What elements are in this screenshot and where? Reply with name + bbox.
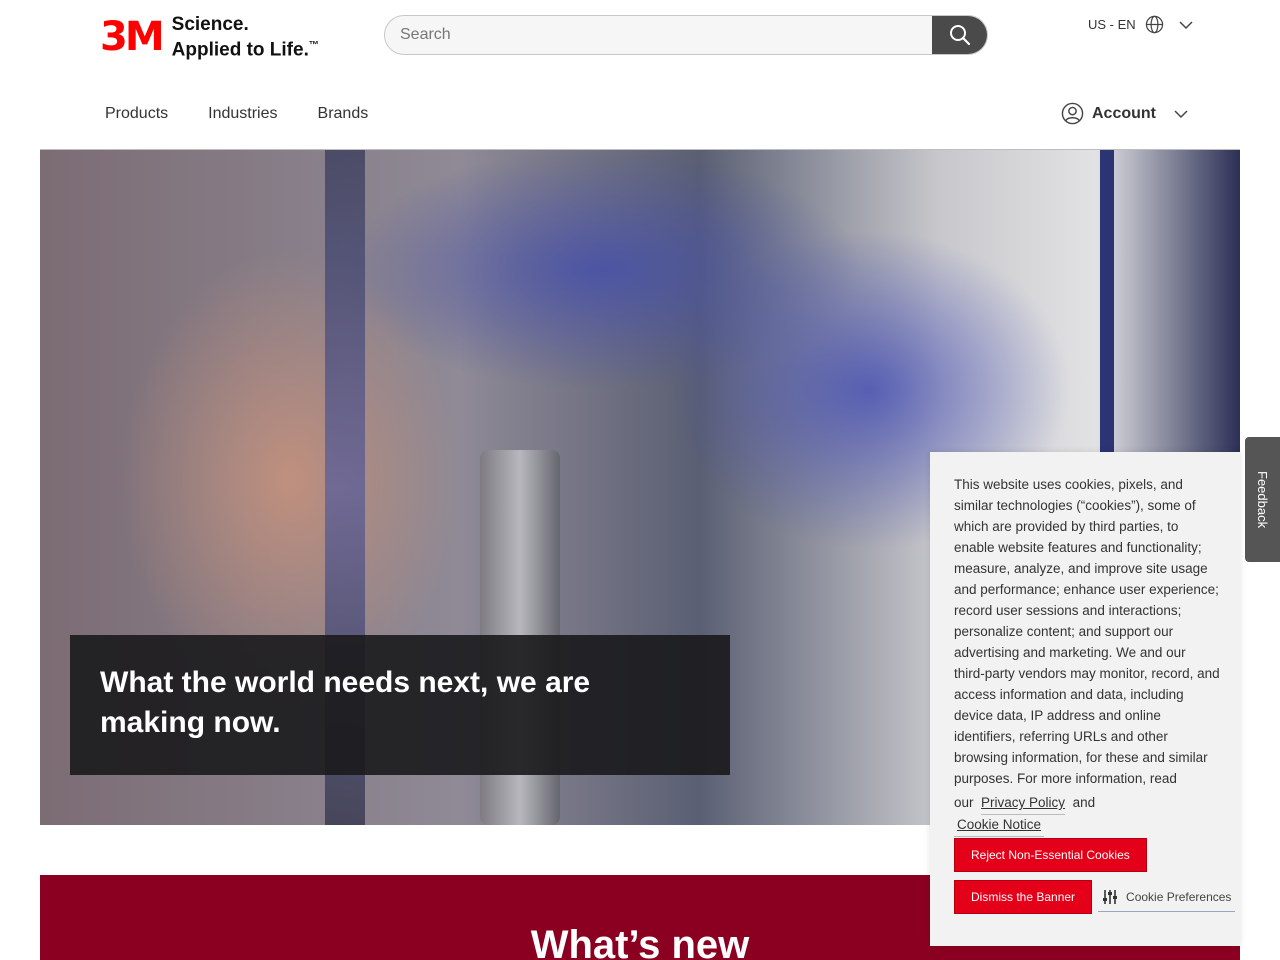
logo-trademark: ™ xyxy=(308,40,319,51)
cookie-and-text: and xyxy=(1072,795,1096,810)
cookie-links: our Privacy Policy and xyxy=(954,789,1220,816)
search-input[interactable] xyxy=(385,16,932,54)
main-nav: Products Industries Brands xyxy=(105,105,368,123)
feedback-tab[interactable]: Feedback xyxy=(1245,437,1280,562)
cookie-our-text: our xyxy=(954,795,974,810)
privacy-policy-link[interactable]: Privacy Policy xyxy=(981,795,1066,815)
nav-item-products[interactable]: Products xyxy=(105,105,168,123)
dismiss-banner-button[interactable]: Dismiss the Banner xyxy=(954,880,1093,914)
search-bar xyxy=(384,15,988,55)
user-icon xyxy=(1061,102,1084,125)
reject-cookies-button[interactable]: Reject Non-Essential Cookies xyxy=(954,838,1147,872)
cookie-preferences-button[interactable]: Cookie Preferences xyxy=(1098,883,1236,912)
hero-caption: What the world needs next, we are making… xyxy=(70,635,730,775)
hero-headline: What the world needs next, we are making… xyxy=(100,663,700,743)
feedback-label: Feedback xyxy=(1255,470,1270,529)
brand-logo[interactable]: 3M Science. Applied to Life.™ xyxy=(100,14,319,60)
hero-headline-line2: making now. xyxy=(100,706,281,739)
cookie-notice-link[interactable]: Cookie Notice xyxy=(954,817,1045,837)
nav-item-industries[interactable]: Industries xyxy=(208,105,277,123)
logo-mark: 3M xyxy=(100,14,165,61)
search-button[interactable] xyxy=(932,16,987,54)
cookie-text: This website uses cookies, pixels, and s… xyxy=(954,477,1220,786)
nav-item-brands[interactable]: Brands xyxy=(318,105,369,123)
search-icon xyxy=(949,25,970,46)
chevron-down-icon xyxy=(1174,109,1188,118)
account-menu[interactable]: Account xyxy=(1061,102,1188,125)
sliders-icon xyxy=(1103,889,1118,904)
logo-tagline: Science. Applied to Life.™ xyxy=(172,14,319,60)
globe-icon xyxy=(1145,15,1163,34)
hero-image-detail xyxy=(1100,150,1114,470)
cookie-banner: This website uses cookies, pixels, and s… xyxy=(930,452,1240,946)
logo-tagline-line1: Science. xyxy=(171,14,249,35)
cookie-preferences-label: Cookie Preferences xyxy=(1126,889,1232,904)
logo-tagline-line2: Applied to Life. xyxy=(171,39,309,61)
chevron-down-icon xyxy=(1179,20,1193,29)
account-label: Account xyxy=(1092,104,1156,122)
locale-selector[interactable]: US - EN xyxy=(1088,15,1193,34)
hero-headline-line1: What the world needs next, we are xyxy=(100,666,591,699)
locale-label: US - EN xyxy=(1088,17,1136,32)
